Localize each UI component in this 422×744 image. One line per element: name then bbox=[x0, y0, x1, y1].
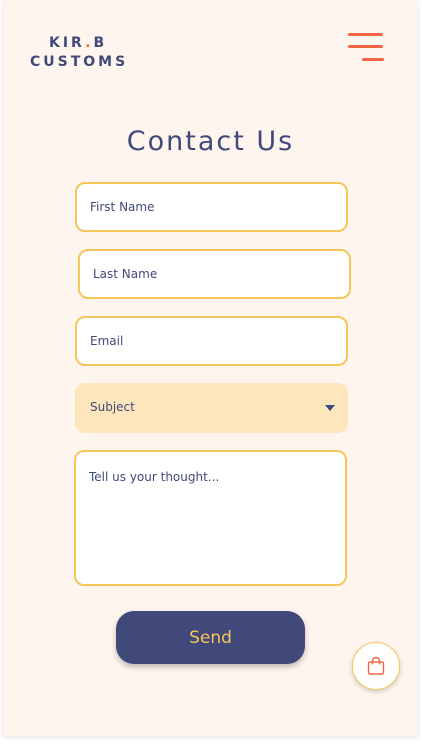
logo-line-2: CUSTOMS bbox=[30, 54, 129, 70]
logo-line-1: KIR.B bbox=[49, 35, 108, 51]
menu-bar-bottom bbox=[362, 58, 384, 61]
send-button[interactable]: Send bbox=[116, 611, 305, 664]
brand-logo[interactable]: KIR.B CUSTOMS bbox=[30, 34, 128, 72]
caret-down-icon bbox=[325, 405, 335, 411]
email-field[interactable] bbox=[75, 316, 348, 366]
first-name-field[interactable] bbox=[75, 182, 348, 232]
subject-select-label: Subject bbox=[90, 400, 135, 414]
contact-page: KIR.B CUSTOMS Contact Us Subject Send bbox=[3, 0, 418, 736]
last-name-field[interactable] bbox=[78, 249, 351, 299]
shopping-bag-icon bbox=[367, 656, 385, 675]
cart-button[interactable] bbox=[352, 642, 400, 690]
menu-bar-top bbox=[348, 33, 383, 36]
hamburger-menu-icon[interactable] bbox=[348, 33, 386, 63]
page-title: Contact Us bbox=[126, 126, 295, 157]
subject-select[interactable]: Subject bbox=[75, 383, 348, 433]
menu-bar-middle bbox=[348, 45, 383, 48]
message-textarea[interactable] bbox=[74, 450, 347, 586]
